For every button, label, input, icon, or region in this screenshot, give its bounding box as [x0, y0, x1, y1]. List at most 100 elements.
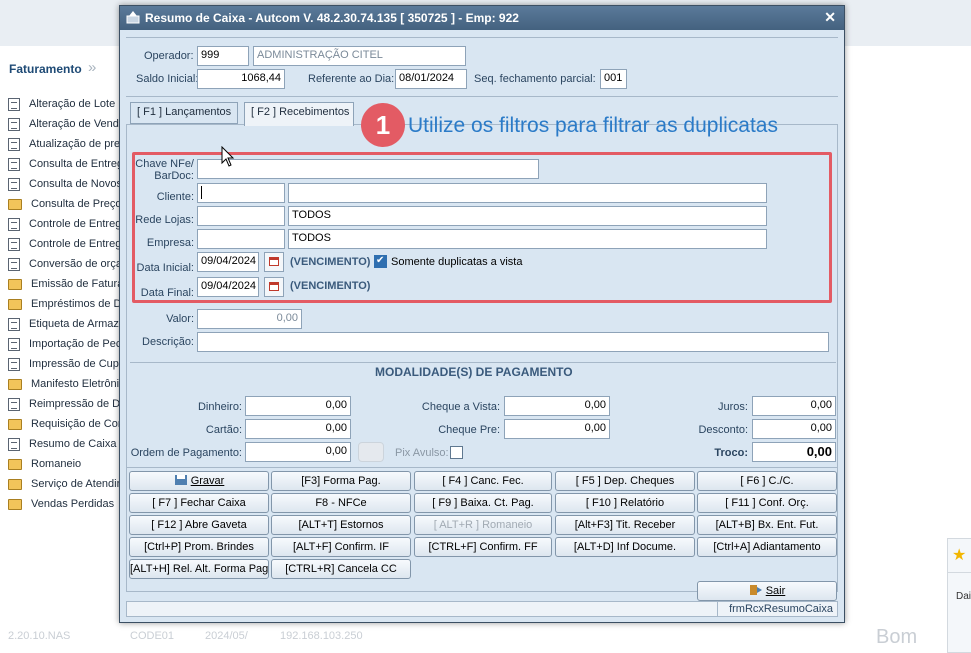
pix-avulso-checkbox[interactable] — [450, 446, 463, 459]
operador-name-field: ADMINISTRAÇÃO CITEL — [253, 46, 466, 66]
calendar-icon[interactable] — [264, 252, 284, 272]
baixa-ct-pag-button[interactable]: [ F9 ] Baixa. Ct. Pag. — [414, 493, 552, 513]
relatorio-button[interactable]: [ F10 ] Relatório — [555, 493, 695, 513]
star-icon[interactable]: ★ — [952, 545, 966, 565]
calendar-icon[interactable] — [264, 277, 284, 297]
form-name: frmRcxResumoCaixa — [729, 603, 833, 615]
cancela-cc-button[interactable]: [CTRL+R] Cancela CC — [271, 559, 411, 579]
cartao-field[interactable]: 0,00 — [245, 419, 351, 439]
menu-item[interactable]: Impressão de Cupo — [8, 354, 120, 374]
data-inicial-field[interactable]: 09/04/2024 — [197, 252, 259, 272]
rede-name-field[interactable]: TODOS — [288, 206, 767, 226]
cliente-name-field[interactable] — [288, 183, 767, 203]
menu-item[interactable]: Etiqueta de Armaz — [8, 314, 120, 334]
menu-item-label: Conversão de orça — [29, 258, 120, 270]
cheque-vista-field[interactable]: 0,00 — [504, 396, 610, 416]
pix-icon[interactable] — [358, 442, 384, 462]
seq-fechamento-field[interactable]: 001 — [600, 69, 627, 89]
operador-code-field[interactable]: 999 — [197, 46, 249, 66]
empresa-name-field[interactable]: TODOS — [288, 229, 767, 249]
menu-item[interactable]: Controle de Entreg — [8, 214, 120, 234]
cheque-pre-label: Cheque Pre: — [438, 424, 500, 436]
menu-item[interactable]: Emissão de Fatura — [8, 274, 120, 294]
abre-gaveta-button[interactable]: [ F12 ] Abre Gaveta — [129, 515, 269, 535]
menu-item[interactable]: Consulta de Entreg — [8, 154, 120, 174]
menu-item-label: Alteração de Vend — [29, 118, 119, 130]
rede-label: Rede Lojas: — [135, 214, 194, 226]
ordem-field[interactable]: 0,00 — [245, 442, 351, 462]
nfce-button[interactable]: F8 - NFCe — [271, 493, 411, 513]
dialog-status-bar: frmRcxResumoCaixa — [126, 601, 838, 617]
mouse-cursor-icon — [221, 146, 235, 167]
descricao-field[interactable] — [197, 332, 829, 352]
data-final-field[interactable]: 09/04/2024 — [197, 277, 259, 297]
chave-nfe-field[interactable] — [197, 159, 539, 179]
breadcrumb-faturamento[interactable]: Faturamento — [9, 62, 82, 76]
menu-item-label: Controle de Entreg — [29, 238, 120, 250]
empresa-code-field[interactable] — [197, 229, 285, 249]
troco-label: Troco: — [714, 447, 748, 459]
saldo-label: Saldo Inicial: — [136, 73, 199, 85]
menu-item[interactable]: Reimpressão de Do — [8, 394, 120, 414]
rede-code-field[interactable] — [197, 206, 285, 226]
divider — [130, 362, 836, 363]
referente-dia-field[interactable]: 08/01/2024 — [395, 69, 467, 89]
conf-orc-button[interactable]: [ F11 ] Conf. Orç. — [697, 493, 837, 513]
saldo-inicial-field[interactable]: 1068,44 — [197, 69, 285, 89]
confirm-ff-button[interactable]: [CTRL+F] Confirm. FF — [414, 537, 552, 557]
cc-button[interactable]: [ F6 ] C./C. — [697, 471, 837, 491]
menu-item[interactable]: Importação de Pec — [8, 334, 120, 354]
tab-lancamentos[interactable]: [ F1 ] Lançamentos — [130, 102, 238, 124]
prom-brindes-button[interactable]: [Ctrl+P] Prom. Brindes — [129, 537, 269, 557]
status-item: 192.168.103.250 — [280, 630, 363, 642]
menu-item[interactable]: Alteração de Vend — [8, 114, 120, 134]
valor-field[interactable]: 0,00 — [197, 309, 302, 329]
menu-item[interactable]: Conversão de orça — [8, 254, 120, 274]
document-icon — [8, 157, 20, 171]
cheque-pre-field[interactable]: 0,00 — [504, 419, 610, 439]
folder-icon — [8, 498, 22, 510]
dinheiro-field[interactable]: 0,00 — [245, 396, 351, 416]
sair-button[interactable]: Sair — [697, 581, 837, 601]
canc-fec-button[interactable]: [ F4 ] Canc. Fec. — [414, 471, 552, 491]
menu-item[interactable]: Atualização de pre — [8, 134, 120, 154]
chave-label: Chave NFe/ BarDoc: — [135, 158, 194, 182]
document-icon — [8, 397, 20, 411]
cliente-label: Cliente: — [156, 191, 194, 203]
menu-item[interactable]: Serviço de Atendin — [8, 474, 120, 494]
menu-item[interactable]: Requisição de Con — [8, 414, 120, 434]
inf-docume-button[interactable]: [ALT+D] Inf Docume. — [555, 537, 695, 557]
document-icon — [8, 177, 20, 191]
menu-item-label: Alteração de Lote — [29, 98, 116, 110]
forma-pag-button[interactable]: [F3] Forma Pag. — [271, 471, 411, 491]
menu-item[interactable]: Vendas Perdidas — [8, 494, 120, 514]
desconto-field[interactable]: 0,00 — [752, 419, 836, 439]
bx-ent-fut-button[interactable]: [ALT+B] Bx. Ent. Fut. — [697, 515, 837, 535]
somente-vista-checkbox[interactable] — [374, 255, 387, 268]
adiantamento-button[interactable]: [Ctrl+A] Adiantamento — [697, 537, 837, 557]
dialog-title-bar[interactable]: Resumo de Caixa - Autcom V. 48.2.30.74.1… — [120, 6, 844, 30]
estornos-button[interactable]: [ALT+T] Estornos — [271, 515, 411, 535]
gravar-button[interactable]: Gravar — [129, 471, 269, 491]
rel-alt-forma-pag-button[interactable]: [ALT+H] Rel. Alt. Forma Pag. — [129, 559, 269, 579]
menu-item[interactable]: Resumo de Caixa — [8, 434, 120, 454]
tit-receber-button[interactable]: [Alt+F3] Tit. Receber — [555, 515, 695, 535]
confirm-if-button[interactable]: [ALT+F] Confirm. IF — [271, 537, 411, 557]
menu-item[interactable]: Empréstimos de D — [8, 294, 120, 314]
menu-item[interactable]: Consulta de Novos — [8, 174, 120, 194]
menu-item-label: Romaneio — [31, 458, 82, 470]
menu-item[interactable]: Manifesto Eletrôni — [8, 374, 120, 394]
menu-item[interactable]: Controle de Entreg — [8, 234, 120, 254]
menu-item[interactable]: Consulta de Preços — [8, 194, 120, 214]
document-icon — [8, 337, 20, 351]
menu-item[interactable]: Alteração de Lote — [8, 94, 120, 114]
tab-recebimentos[interactable]: [ F2 ] Recebimentos — [244, 102, 354, 126]
cliente-code-field[interactable] — [197, 183, 285, 203]
dep-cheques-button[interactable]: [ F5 ] Dep. Cheques — [555, 471, 695, 491]
fechar-caixa-button[interactable]: [ F7 ] Fechar Caixa — [129, 493, 269, 513]
close-icon[interactable]: ✕ — [824, 9, 836, 26]
menu-item[interactable]: Romaneio — [8, 454, 120, 474]
menu-item-label: Empréstimos de D — [31, 298, 120, 310]
document-icon — [8, 237, 20, 251]
juros-field[interactable]: 0,00 — [752, 396, 836, 416]
